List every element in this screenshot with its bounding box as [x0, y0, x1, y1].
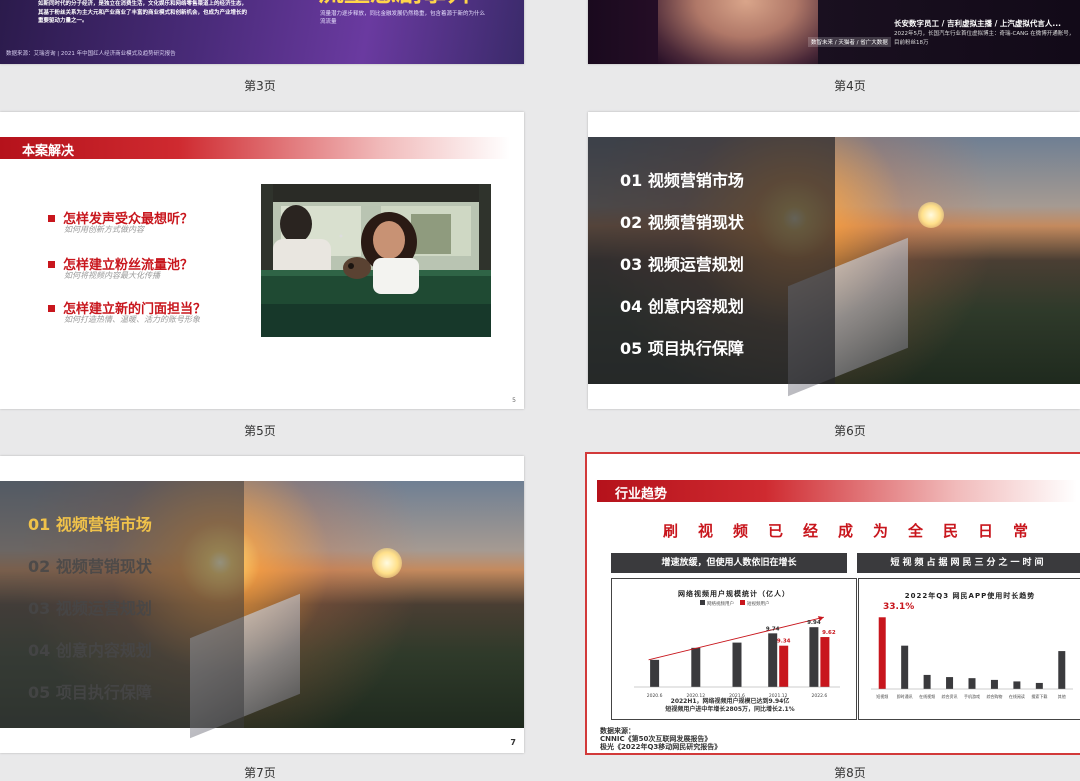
app-usage-bar-chart: 2022年Q3 网民APP使用时长趋势 33.1% 短视频 即时通讯 在线视频 综合资讯手…	[871, 591, 1073, 699]
question-3-sub: 如何打造热情、温暖、活力的账号形象	[64, 315, 200, 324]
sun-glare	[918, 202, 944, 228]
agenda-item-3[interactable]: 03 视频运营规划	[28, 595, 152, 619]
bar-video-users	[650, 659, 660, 687]
x-tick-label: 综合购物	[986, 693, 1002, 699]
bar-video-users	[768, 633, 778, 687]
section-header-bar: 行业趋势	[597, 480, 1077, 502]
bullet-square-icon	[48, 305, 55, 312]
legend-swatch	[700, 600, 705, 605]
bar-app-usage	[1058, 651, 1066, 689]
agenda-item-1[interactable]: 01 视频营销市场	[620, 167, 744, 191]
chart-title: 网络视频用户规模统计（亿人）	[678, 589, 790, 598]
data-label: 9.34	[777, 639, 791, 645]
legend-swatch	[740, 600, 745, 605]
bar-app-usage	[968, 678, 976, 689]
x-tick-label: 综合资讯	[942, 693, 958, 699]
bar-video-users	[691, 647, 701, 687]
section-header-bar: 本案解决	[0, 137, 510, 159]
question-1-sub: 如何用创新方式做内容	[64, 225, 144, 234]
slide-thumbnail-7[interactable]: 01 视频营销市场 02 视频营销现状 03 视频运营规划 04 创意内容规划 …	[0, 456, 524, 753]
slide3-body-left: 如斯同时代的分子经济，是独立在消费生活，文化娱乐和网络零售渠道上的经济生态，其基…	[38, 1, 248, 24]
slide5-page-number: 5	[512, 397, 516, 404]
bar-app-usage	[878, 617, 886, 689]
left-panel-header: 增速放缓，但使用人数依旧在增长	[611, 553, 847, 573]
right-chart-box: 2022年Q3 网民APP使用时长趋势 33.1% 短视频 即时通讯 在线视频 综合资讯手…	[858, 578, 1080, 720]
chart-title: 2022年Q3 网民APP使用时长趋势	[905, 591, 1035, 600]
bar-short-video-users	[779, 645, 789, 687]
legend-label: 短视频用户	[747, 600, 770, 607]
sun-glare	[372, 548, 402, 578]
slide-thumbnail-4[interactable]: 数智未来 / 天猫者 / 省广大数据 长安数字员工 / 吉利虚拟主播 / 上汽虚…	[588, 0, 1080, 64]
bullet-square-icon	[48, 261, 55, 268]
slide7-page-number: 7	[510, 738, 516, 747]
slide8-headline: 刷视频已经成为全民日常	[663, 522, 1049, 540]
x-tick-label: 在线阅读	[1009, 693, 1025, 699]
x-tick-label: 在线视频	[919, 693, 935, 699]
bar-app-usage	[990, 679, 998, 689]
car-photo-illustration	[261, 184, 491, 337]
legend-label: 网络视频用户	[707, 600, 734, 607]
x-tick-label: 即时通讯	[897, 693, 913, 699]
bar-app-usage	[923, 674, 931, 689]
agenda-item-5[interactable]: 05 项目执行保障	[28, 679, 152, 703]
bar-short-video-users	[820, 637, 830, 687]
bar-app-usage	[946, 677, 954, 689]
data-label: 9.62	[822, 630, 836, 636]
slide3-caption: 第3页	[244, 79, 276, 93]
agenda-item-5[interactable]: 05 项目执行保障	[620, 335, 744, 359]
slide8-caption: 第8页	[834, 766, 866, 780]
bar-app-usage	[1035, 682, 1043, 689]
slide-thumbnail-6[interactable]: 01 视频营销市场 02 视频营销现状 03 视频运营规划 04 创意内容规划 …	[588, 112, 1080, 409]
slide4-line1: 长安数字员工 / 吉利虚拟主播 / 上汽虚拟代言人...	[894, 19, 1061, 28]
slide6-caption: 第6页	[834, 424, 866, 438]
slide3-partial-title: 流量急剧攀升	[318, 0, 474, 9]
slide7-caption: 第7页	[244, 766, 276, 780]
agenda-item-3[interactable]: 03 视频运营规划	[620, 251, 744, 275]
bar-app-usage	[1013, 681, 1021, 689]
agenda-item-1-active[interactable]: 01 视频营销市场	[28, 511, 152, 535]
slide3-body-right: 流量潜力逐步释放，同比金融发展仍然稳重，包含着源于新的为什么流流量	[320, 11, 486, 25]
bullet-square-icon	[48, 215, 55, 222]
slide-thumbnail-8-selected[interactable]: 行业趋势 刷视频已经成为全民日常 增速放缓，但使用人数依旧在增长 短视频占据网民…	[585, 452, 1080, 755]
right-panel-header: 短视频占据网民三分之一时间	[857, 553, 1080, 573]
source-line-2: 极光《2022年Q3移动网民研究报告》	[600, 743, 722, 751]
slide5-caption: 第5页	[244, 424, 276, 438]
agenda-item-4[interactable]: 04 创意内容规划	[620, 293, 744, 317]
agenda-item-2[interactable]: 02 视频营销现状	[28, 553, 152, 577]
highlight-value: 33.1%	[883, 602, 914, 612]
car-photo	[261, 184, 491, 337]
x-tick-label: 搜索下载	[1031, 693, 1047, 699]
bar-app-usage	[901, 645, 909, 689]
left-chart-summary: 2022H1，网络视频用户规模已达到9.94亿 短视频用户进中年增长2805万，…	[665, 698, 795, 713]
bar-video-users	[732, 642, 742, 687]
agenda-item-2[interactable]: 02 视频营销现状	[620, 209, 744, 233]
slide4-line2: 2022年5月，长国汽车行业首位虚拟博主：奇瑞-CANG 在微博开通账号，目前粉…	[894, 31, 1075, 46]
slide4-tag: 数智未来 / 天猫者 / 省广大数据	[808, 37, 891, 47]
agenda-item-4[interactable]: 04 创意内容规划	[28, 637, 152, 661]
slide4-caption: 第4页	[834, 79, 866, 93]
bar-video-users	[809, 627, 819, 687]
slide-thumbnail-5[interactable]: 本案解决 怎样发声受众最想听？ 如何用创新方式做内容 怎样建立粉丝流量池？ 如何…	[0, 112, 524, 409]
data-label: 9.74	[766, 626, 780, 632]
data-label: 9.94	[807, 620, 821, 626]
x-tick-label: 其他	[1058, 693, 1066, 699]
slide4-portrait	[658, 0, 818, 64]
x-tick-label: 短视频	[876, 693, 888, 699]
slide-thumbnail-3[interactable]: 流量急剧攀升 如斯同时代的分子经济，是独立在消费生活，文化娱乐和网络零售渠道上的…	[0, 0, 524, 64]
slide3-source: 数据来源：艾瑞咨询 | 2021 年中国红人经济商业模式及趋势研究报告	[6, 51, 176, 57]
section-header-title: 本案解决	[22, 144, 75, 159]
question-2-sub: 如何将视频内容最大化传播	[64, 271, 160, 280]
x-tick-label: 手机游戏	[964, 693, 980, 699]
section-header-title: 行业趋势	[615, 487, 668, 502]
